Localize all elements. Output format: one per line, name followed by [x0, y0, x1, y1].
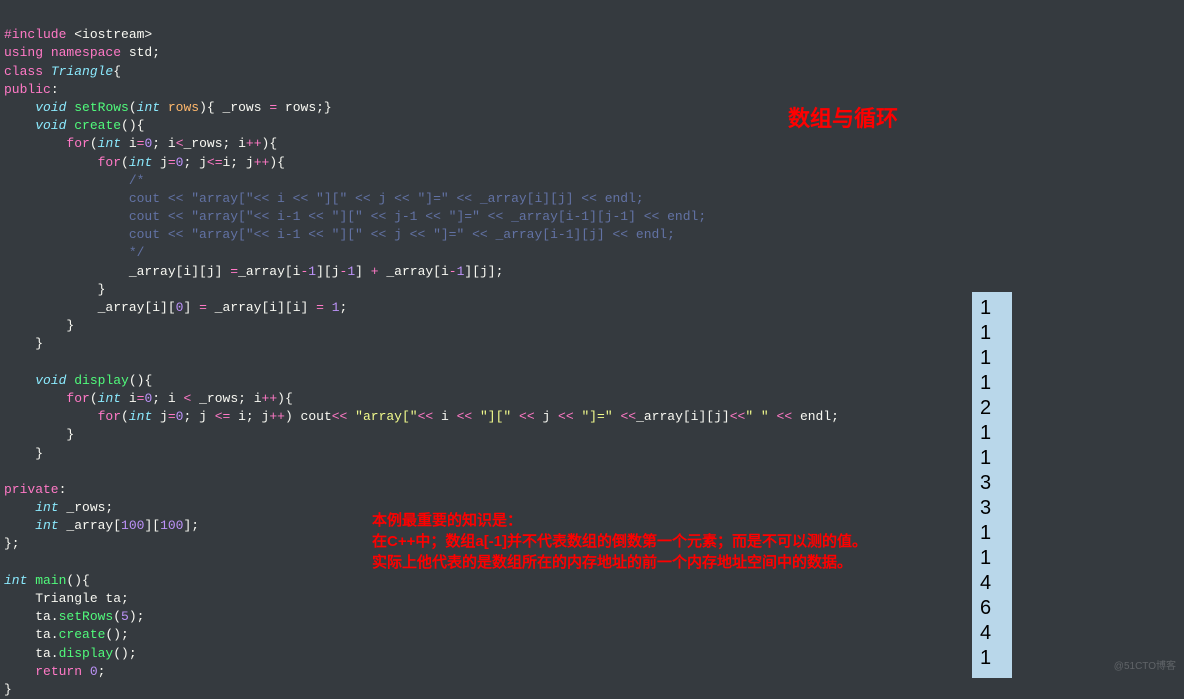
output-line: 1: [980, 546, 1004, 571]
output-line: 1: [980, 346, 1004, 371]
code-block: #include <iostream> using namespace std;…: [4, 8, 839, 699]
output-line: 1: [980, 371, 1004, 396]
output-line: 4: [980, 621, 1004, 646]
output-line: 1: [980, 521, 1004, 546]
output-line: 1: [980, 446, 1004, 471]
output-line: 3: [980, 471, 1004, 496]
output-line: 1: [980, 646, 1004, 671]
output-line: 1: [980, 421, 1004, 446]
note-line-2: 在C++中；数组a[-1]并不代表数组的倒数第一个元素；而是不可以测的值。: [372, 531, 932, 552]
watermark: @51CTO博客: [1114, 660, 1176, 674]
output-line: 4: [980, 571, 1004, 596]
output-line: 1: [980, 321, 1004, 346]
output-line: 3: [980, 496, 1004, 521]
title-annotation: 数组与循环: [788, 104, 898, 135]
output-line: 1: [980, 296, 1004, 321]
note-line-3: 实际上他代表的是数组所在的内存地址的前一个内存地址空间中的数据。: [372, 552, 932, 573]
note-annotation: 本例最重要的知识是： 在C++中；数组a[-1]并不代表数组的倒数第一个元素；而…: [372, 510, 932, 573]
output-line: 6: [980, 596, 1004, 621]
note-line-1: 本例最重要的知识是：: [372, 510, 932, 531]
output-line: 2: [980, 396, 1004, 421]
output-panel: 1 1 1 1 2 1 1 3 3 1 1 4 6 4 1: [972, 292, 1012, 678]
